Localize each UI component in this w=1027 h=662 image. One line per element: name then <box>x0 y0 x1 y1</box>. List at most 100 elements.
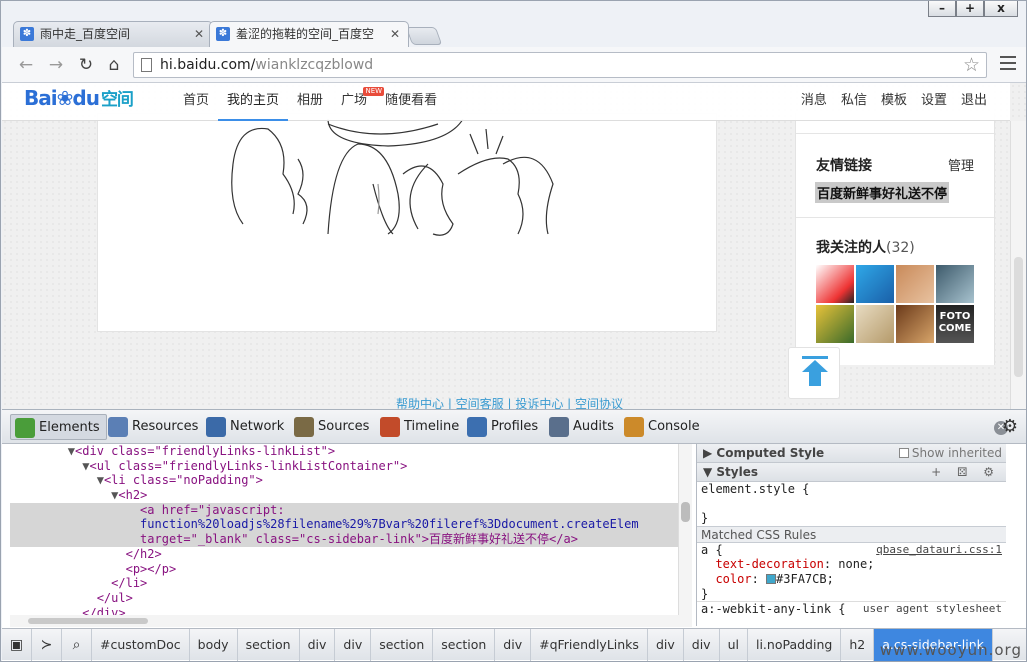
dom-node-line[interactable]: <a href="javascript: <box>10 502 692 518</box>
css-rule-selector[interactable]: a {qbase_datauri.css:1 <box>697 543 1006 558</box>
back-to-top-button[interactable] <box>788 347 840 399</box>
breadcrumb-item[interactable]: div <box>495 628 532 661</box>
page-scrollbar[interactable] <box>1010 121 1026 409</box>
baidu-space-logo[interactable]: Bai❀du 空间 <box>24 85 134 110</box>
css-declaration[interactable]: color: #3FA7CB; <box>697 572 1006 587</box>
breadcrumb-item[interactable]: section <box>433 628 496 661</box>
styles-tools-icon[interactable]: + ⚄ ⚙ <box>931 463 1000 481</box>
dom-node-line[interactable]: </ul> <box>10 591 692 606</box>
styles-header[interactable]: ▼ Styles + ⚄ ⚙ <box>697 463 1006 482</box>
dom-node-line[interactable]: ▼<h2> <box>10 488 692 503</box>
forward-arrow-icon[interactable]: → <box>46 55 66 75</box>
breadcrumb-item[interactable]: #customDoc <box>92 628 190 661</box>
dom-node-line[interactable]: </h2> <box>10 547 692 562</box>
breadcrumb-item[interactable]: div <box>684 628 720 661</box>
scrollbar-thumb[interactable] <box>1014 257 1023 377</box>
breadcrumb-item[interactable]: li.noPadding <box>748 628 842 661</box>
nav-private-messages[interactable]: 私信 <box>834 83 874 121</box>
close-tab-icon[interactable]: ✕ <box>194 22 204 46</box>
new-tab-button[interactable] <box>405 27 443 45</box>
user-nav: 消息 私信 模板 设置 退出 <box>794 83 994 121</box>
css-declaration[interactable]: text-decoration: none; <box>697 557 1006 572</box>
css-source-link[interactable]: qbase_datauri.css:1 <box>876 543 1002 558</box>
computed-style-header[interactable]: ▶ Computed Style Show inherited <box>697 444 1006 463</box>
avatar[interactable] <box>896 265 934 303</box>
show-inherited-checkbox[interactable]: Show inherited <box>898 444 1002 462</box>
tab-elements[interactable]: Elements <box>10 414 107 440</box>
tab-sources[interactable]: Sources <box>290 414 375 440</box>
search-icon[interactable]: ⌕ <box>62 628 92 661</box>
footer-links[interactable]: 帮助中心 | 空间客服 | 投诉中心 | 空间协议 <box>396 395 623 409</box>
breadcrumb-item[interactable]: div <box>335 628 372 661</box>
nav-album[interactable]: 相册 <box>288 83 332 121</box>
avatar[interactable] <box>856 265 894 303</box>
breadcrumb-item[interactable]: ul <box>720 628 748 661</box>
breadcrumb-item[interactable]: div <box>300 628 336 661</box>
chrome-menu-icon[interactable] <box>1000 56 1016 74</box>
nav-my-page[interactable]: 我的主页 <box>218 83 289 121</box>
reload-icon[interactable]: ↻ <box>76 55 96 75</box>
address-bar[interactable]: hi.baidu.com/wianklzcqzblowd ☆ <box>133 52 987 78</box>
avatar[interactable] <box>856 305 894 343</box>
breadcrumb-item[interactable]: #qFriendlyLinks <box>531 628 648 661</box>
ua-rule-selector[interactable]: a:-webkit-any-link {user agent styleshee… <box>697 601 1006 616</box>
dom-node-line[interactable]: ▼<div class="friendlyLinks-linkList"> <box>10 444 692 459</box>
nav-logout[interactable]: 退出 <box>954 83 994 121</box>
page-viewport: Bai❀du 空间 首页 我的主页 相册 广场 NEW 随便看看 消息 私信 模板 … <box>2 83 1026 409</box>
close-tab-icon[interactable]: ✕ <box>390 22 400 46</box>
dock-icon[interactable]: ▣ <box>2 628 32 661</box>
nav-browse[interactable]: 随便看看 <box>376 83 446 121</box>
tab-profiles[interactable]: Profiles <box>463 414 544 440</box>
console-drawer-icon[interactable]: ≻ <box>32 628 62 661</box>
tab-network[interactable]: Network <box>202 414 290 440</box>
page-icon <box>141 58 152 72</box>
baidu-paw-icon: ✽ <box>20 27 34 41</box>
browser-toolbar: ← → ↻ ⌂ hi.baidu.com/wianklzcqzblowd ☆ <box>2 47 1026 83</box>
maximize-button[interactable]: + <box>956 1 984 17</box>
nav-templates[interactable]: 模板 <box>874 83 914 121</box>
avatar[interactable] <box>816 265 854 303</box>
bookmark-star-icon[interactable]: ☆ <box>963 53 980 77</box>
tab-console[interactable]: Console <box>620 414 706 440</box>
breadcrumb-item[interactable]: body <box>190 628 238 661</box>
avatar[interactable] <box>936 265 974 303</box>
dom-node-line[interactable]: function%20loadjs%28filename%29%7Bvar%20… <box>10 517 692 533</box>
breadcrumb-item[interactable]: section <box>238 628 300 661</box>
dom-node-line[interactable]: ▼<ul class="friendlyLinks-linkListContai… <box>10 459 692 474</box>
dom-tree-scrollbar[interactable] <box>678 444 692 624</box>
nav-messages[interactable]: 消息 <box>794 83 834 121</box>
dom-node-line[interactable]: <p></p> <box>10 562 692 577</box>
back-arrow-icon[interactable]: ← <box>16 55 36 75</box>
dom-node-line[interactable]: ▼<li class="noPadding"> <box>10 473 692 488</box>
breadcrumb-item[interactable]: section <box>371 628 434 661</box>
network-icon <box>206 417 226 437</box>
minimize-button[interactable]: – <box>928 1 956 17</box>
avatar[interactable] <box>896 305 934 343</box>
nav-settings[interactable]: 设置 <box>914 83 954 121</box>
timeline-icon <box>380 417 400 437</box>
url-path: wianklzcqzblowd <box>255 57 374 73</box>
home-icon[interactable]: ⌂ <box>104 55 124 75</box>
gear-icon[interactable]: ⚙ <box>1002 416 1018 437</box>
tab-yuzhongzou[interactable]: ✽ 雨中走_百度空间 ✕ <box>13 21 213 47</box>
avatar[interactable]: FOTO COME <box>936 305 974 343</box>
nav-home[interactable]: 首页 <box>174 83 218 121</box>
dom-tree[interactable]: ▼<div class="friendlyLinks-linkList"> ▼<… <box>10 444 692 626</box>
nav-square[interactable]: 广场 NEW <box>332 83 385 121</box>
dom-node-line[interactable]: target="_blank" class="cs-sidebar-link">… <box>10 532 692 547</box>
close-window-button[interactable]: x <box>984 1 1018 17</box>
breadcrumb-item[interactable]: div <box>648 628 684 661</box>
sketch-illustration <box>231 118 554 236</box>
friendly-link-item[interactable]: 百度新鲜事好礼送不停 <box>815 182 950 203</box>
dom-tree-hscrollbar[interactable] <box>10 615 692 627</box>
dom-node-line[interactable]: </li> <box>10 576 692 591</box>
manage-link[interactable]: 管理 <box>948 155 974 174</box>
avatar[interactable] <box>816 305 854 343</box>
tab-audits[interactable]: Audits <box>545 414 620 440</box>
tab-resources[interactable]: Resources <box>104 414 204 440</box>
breadcrumb-item[interactable]: h2 <box>841 628 875 661</box>
tab-timeline[interactable]: Timeline <box>376 414 465 440</box>
color-swatch[interactable] <box>766 573 777 584</box>
tab-xiuse-space[interactable]: ✽ 羞涩的拖鞋的空间_百度空 ✕ <box>209 21 409 47</box>
element-style-rule[interactable]: element.style { <box>697 482 1006 497</box>
